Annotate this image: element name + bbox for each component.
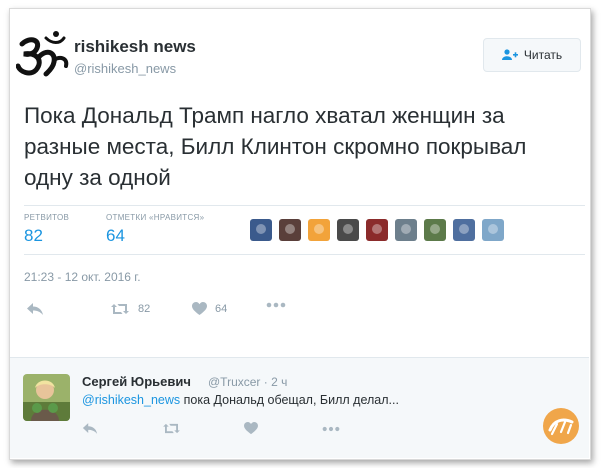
follow-button[interactable]: Читать: [483, 38, 581, 72]
liker-avatar[interactable]: [250, 219, 272, 241]
reply-meta: @Truxcer · 2 ч: [208, 375, 287, 389]
add-user-icon: [501, 49, 518, 60]
retweets-label: РЕТВИТОВ: [24, 213, 70, 222]
reply-like-button[interactable]: [244, 422, 266, 435]
account-handle[interactable]: @rishikesh_news: [74, 61, 176, 76]
divider: [24, 254, 585, 255]
likes-count[interactable]: 64: [106, 226, 125, 246]
more-icon: [322, 426, 340, 432]
liker-avatar[interactable]: [395, 219, 417, 241]
liker-avatar[interactable]: [453, 219, 475, 241]
more-icon: [266, 302, 286, 308]
heart-icon: [192, 302, 207, 315]
divider: [24, 205, 585, 206]
retweet-count: 82: [138, 303, 151, 315]
reply-icon: [82, 423, 98, 434]
liker-avatar[interactable]: [482, 219, 504, 241]
retweet-button[interactable]: 82: [110, 302, 150, 316]
account-name[interactable]: rishikesh news: [74, 37, 196, 57]
retweets-count[interactable]: 82: [24, 226, 43, 246]
reply-text: @rishikesh_news пока Дональд обещал, Бил…: [82, 393, 399, 407]
reply-author-handle[interactable]: @Truxcer: [208, 375, 260, 389]
retweet-icon: [111, 304, 129, 314]
reply-retweet-button[interactable]: [162, 422, 189, 435]
follow-label: Читать: [523, 48, 563, 62]
likes-label: ОТМЕТКИ «НРАВИТСЯ»: [106, 213, 205, 222]
reply-reply-button[interactable]: [82, 422, 106, 435]
reply-mention-link[interactable]: @rishikesh_news: [82, 393, 180, 407]
liker-avatar[interactable]: [308, 219, 330, 241]
reply-icon: [27, 303, 43, 315]
liker-avatar[interactable]: [337, 219, 359, 241]
om-symbol-icon[interactable]: [16, 30, 70, 78]
reply-author-name[interactable]: Сергей Юрьевич: [82, 374, 191, 389]
liker-avatars: [250, 219, 511, 241]
liker-avatar[interactable]: [279, 219, 301, 241]
reply-more-button[interactable]: [322, 426, 348, 432]
tweet-text: Пока Дональд Трамп нагло хватал женщин з…: [24, 103, 527, 190]
reply-body: пока Дональд обещал, Билл делал...: [180, 393, 399, 407]
retweet-icon: [163, 423, 180, 434]
like-count: 64: [215, 303, 228, 315]
like-button[interactable]: 64: [192, 302, 227, 316]
reply-time[interactable]: · 2 ч: [264, 375, 288, 389]
reply-button[interactable]: [26, 302, 52, 316]
heart-icon: [244, 422, 258, 435]
more-button[interactable]: [266, 302, 294, 308]
reply-tweet[interactable]: [10, 357, 589, 458]
avatar[interactable]: [23, 374, 70, 421]
liker-avatar[interactable]: [366, 219, 388, 241]
tweet-timestamp[interactable]: 21:23 - 12 окт. 2016 г.: [24, 270, 141, 284]
liker-avatar[interactable]: [424, 219, 446, 241]
watermark-logo: [543, 408, 579, 444]
